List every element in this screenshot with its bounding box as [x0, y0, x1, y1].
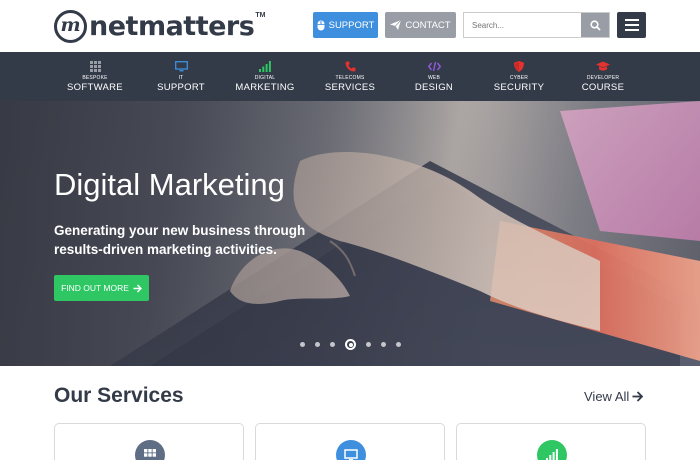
- services-title: Our Services: [54, 384, 184, 407]
- slider-dot[interactable]: [300, 342, 305, 347]
- search-box: [463, 12, 610, 38]
- nav-big-label: SOFTWARE: [67, 82, 123, 93]
- support-label: SUPPORT: [328, 19, 375, 31]
- paper-plane-icon: [390, 20, 402, 30]
- hero-subtitle: Generating your new business through res…: [54, 223, 306, 257]
- find-out-more-button[interactable]: FIND OUT MORE: [54, 275, 149, 301]
- nav-small-label: IT: [178, 75, 184, 81]
- nav-big-label: SERVICES: [324, 82, 376, 93]
- nav-small-label: CYBER: [509, 75, 529, 81]
- monitor-icon: [174, 61, 188, 72]
- slider-dot[interactable]: [396, 342, 401, 347]
- slider-dots: [300, 339, 411, 350]
- grid-icon: [89, 61, 101, 72]
- netmatters-logo[interactable]: m netmatters TM: [54, 9, 265, 43]
- nav-big-label: SECURITY: [493, 82, 545, 93]
- nav-item-web-design[interactable]: WEB DESIGN: [404, 52, 464, 101]
- hero-banner: Digital Marketing Generating your new bu…: [0, 101, 700, 366]
- service-card-it-support[interactable]: [255, 423, 445, 460]
- nav-item-bespoke-software[interactable]: BESPOKE SOFTWARE: [62, 52, 128, 101]
- nav-small-label: TELECOMS: [335, 75, 365, 81]
- support-button[interactable]: SUPPORT: [313, 12, 378, 38]
- bar-chart-icon: [259, 61, 271, 72]
- view-all-label: View All: [584, 389, 630, 404]
- logo-mark-icon: m: [54, 9, 87, 43]
- search-icon: [589, 19, 601, 31]
- slider-dot[interactable]: [330, 342, 335, 347]
- logo-text: netmatters: [89, 10, 255, 42]
- service-card-bespoke-software[interactable]: [54, 423, 244, 460]
- hero-title: Digital Marketing: [54, 167, 285, 202]
- monitor-icon: [336, 440, 366, 460]
- slider-dot[interactable]: [381, 342, 386, 347]
- nav-small-label: WEB: [428, 75, 440, 81]
- arrow-right-icon: [133, 283, 142, 293]
- slider-dot[interactable]: [366, 342, 371, 347]
- contact-label: CONTACT: [405, 19, 451, 31]
- find-out-more-label: FIND OUT MORE: [61, 283, 129, 293]
- search-input[interactable]: [464, 13, 581, 37]
- hamburger-menu-button[interactable]: [617, 12, 646, 38]
- site-header: m netmatters TM SUPPORT CONTACT: [0, 0, 700, 52]
- nav-item-digital-marketing[interactable]: DIGITAL MARKETING: [234, 52, 296, 101]
- mouse-icon: [317, 20, 325, 30]
- view-all-link[interactable]: View All: [584, 389, 644, 404]
- nav-small-label: DEVELOPER: [586, 75, 620, 81]
- slider-dot-active[interactable]: [345, 339, 356, 350]
- logo-trademark: TM: [255, 12, 266, 19]
- nav-big-label: COURSE: [581, 82, 625, 93]
- main-nav: BESPOKE SOFTWARE IT SUPPORT DIGITAL MARK…: [0, 52, 700, 101]
- shield-icon: [514, 61, 524, 72]
- grid-icon: [135, 440, 165, 460]
- search-button[interactable]: [581, 13, 609, 37]
- contact-button[interactable]: CONTACT: [385, 12, 456, 38]
- nav-item-developer-course[interactable]: DEVELOPER COURSE: [572, 52, 634, 101]
- nav-big-label: MARKETING: [235, 82, 295, 93]
- nav-item-telecoms-services[interactable]: TELECOMS SERVICES: [320, 52, 380, 101]
- nav-big-label: DESIGN: [414, 82, 454, 93]
- nav-big-label: SUPPORT: [157, 82, 205, 93]
- bar-chart-icon: [537, 440, 567, 460]
- nav-small-label: DIGITAL: [254, 75, 276, 81]
- nav-item-cyber-security[interactable]: CYBER SECURITY: [489, 52, 549, 101]
- graduation-cap-icon: [596, 61, 610, 72]
- phone-icon: [345, 61, 356, 72]
- arrow-right-icon: [632, 391, 644, 402]
- code-icon: [427, 61, 441, 72]
- slider-dot[interactable]: [315, 342, 320, 347]
- nav-item-it-support[interactable]: IT SUPPORT: [150, 52, 212, 101]
- nav-small-label: BESPOKE: [82, 75, 108, 81]
- service-card-digital-marketing[interactable]: [456, 423, 646, 460]
